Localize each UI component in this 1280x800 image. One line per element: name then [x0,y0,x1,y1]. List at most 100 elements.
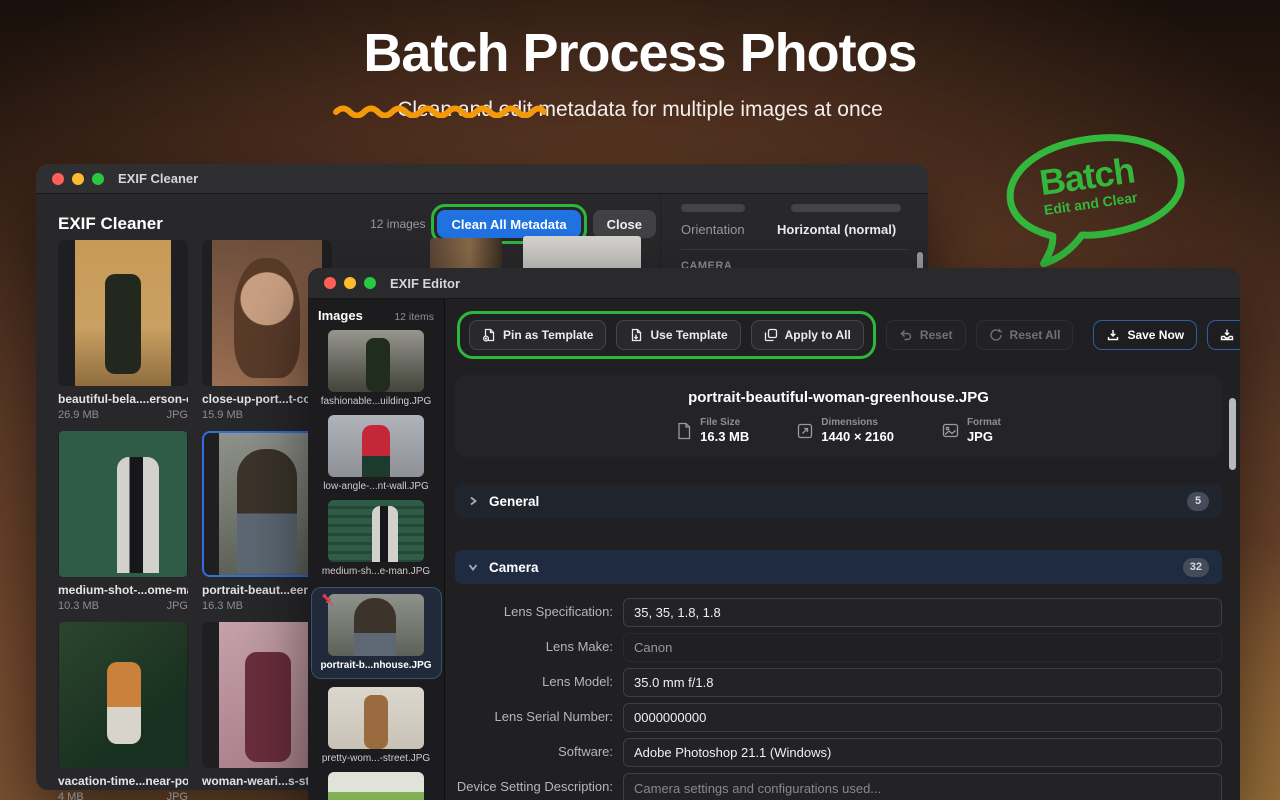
lens-make-field[interactable] [623,633,1222,662]
lens-serial-number-label: Lens Serial Number: [455,709,623,725]
grid-item-size: 10.3 MB [58,600,99,612]
sidebar-image-item-selected[interactable]: portrait-b...nhouse.JPG [311,587,442,679]
batch-speech-bubble: Batch Edit and Clear [986,114,1215,282]
clipped-row [681,204,908,212]
section-general[interactable]: General 5 [455,484,1222,518]
sidebar-count: 12 items [394,311,434,323]
cleaner-close-button[interactable]: Close [593,210,656,238]
grid-item-filename: beautiful-bela....erson-city.JPG [58,392,188,406]
section-camera[interactable]: Camera 32 [455,550,1222,584]
sidebar-heading: Images [318,308,363,323]
close-traffic-light[interactable] [52,173,64,185]
photo-thumbnail [328,330,424,392]
section-general-badge: 5 [1187,492,1209,511]
zoom-traffic-light[interactable] [92,173,104,185]
copy-icon [764,328,778,342]
camera-fields: Lens Specification: Lens Make: Lens Mode… [455,598,1222,800]
apply-to-all-label: Apply to All [785,328,851,342]
template-button-group: Pin as Template Use Template Apply to Al… [457,311,876,359]
close-traffic-light[interactable] [324,277,336,289]
chevron-down-icon [468,562,478,572]
wavy-underline [333,102,547,118]
reset-all-button[interactable]: Reset All [976,320,1074,350]
software-label: Software: [455,744,623,760]
photo-thumbnail [328,415,424,477]
sidebar-image-item[interactable]: low-angle-...nt-wall.JPG [308,413,444,498]
cleaner-heading: EXIF Cleaner [58,214,163,234]
file-size-value: 16.3 MB [700,429,749,444]
editor-window-title: EXIF Editor [390,276,460,291]
sidebar-item-filename: medium-sh...e-man.JPG [308,566,444,577]
pin-icon [320,592,336,608]
photo-thumbnail [328,687,424,749]
photo-thumbnail [219,622,315,768]
sidebar-item-filename: fashionable...uilding.JPG [308,396,444,407]
grid-item-format: JPG [167,791,188,800]
minimize-traffic-light[interactable] [72,173,84,185]
lens-serial-number-field[interactable] [623,703,1222,732]
use-template-label: Use Template [650,328,727,342]
save-icon [1106,328,1120,342]
page-subtitle: Clean and edit metadata for multiple ima… [0,98,1280,122]
grid-item[interactable]: beautiful-bela....erson-city.JPG 26.9 MB… [58,240,188,421]
dimensions-label: Dimensions [821,417,894,428]
format-value: JPG [967,429,1001,444]
grid-item-format: JPG [167,600,188,612]
photo-thumbnail [328,594,424,656]
page-title: Batch Process Photos [0,22,1280,84]
grid-item-filename: medium-shot-...ome-man.JPG [58,583,188,597]
document-plus-icon [482,328,496,342]
sidebar-image-item[interactable]: medium-sh...e-man.JPG [308,498,444,583]
undo-circle-icon [989,328,1003,342]
zoom-traffic-light[interactable] [364,277,376,289]
chevron-right-icon [468,496,478,506]
grid-item-format: JPG [167,409,188,421]
sidebar-image-item[interactable] [308,770,444,800]
grid-item-size: 15.9 MB [202,409,243,421]
reset-button[interactable]: Reset [886,320,966,350]
device-setting-description-label: Device Setting Description: [455,773,623,795]
editor-toolbar: Pin as Template Use Template Apply to Al… [445,299,1240,369]
format-label: Format [967,417,1001,428]
reset-all-label: Reset All [1010,328,1061,342]
undo-icon [899,328,913,342]
photo-thumbnail [59,431,187,577]
minimize-traffic-light[interactable] [344,277,356,289]
photo-thumbnail [75,240,171,386]
lens-make-label: Lens Make: [455,639,623,655]
file-info-card: portrait-beautiful-woman-greenhouse.JPG … [455,375,1222,457]
sidebar-image-item[interactable]: fashionable...uilding.JPG [308,328,444,413]
cleaner-photo-grid: beautiful-bela....erson-city.JPG 26.9 MB… [58,240,334,800]
reset-label: Reset [920,328,953,342]
use-template-button[interactable]: Use Template [616,320,740,350]
editor-titlebar: EXIF Editor [308,268,1240,299]
partial-photo-thumbnail [430,238,502,268]
grid-item[interactable]: vacation-time...near-pool.JPG 4 MBJPG [58,622,188,800]
lens-specification-field[interactable] [623,598,1222,627]
device-setting-description-field[interactable] [623,773,1222,800]
orientation-value: Horizontal (normal) [777,222,896,237]
save-all-button[interactable]: Save All [1207,320,1240,350]
section-general-label: General [489,494,539,509]
sidebar-item-filename: pretty-wom...-street.JPG [308,753,444,764]
orientation-label: Orientation [681,222,777,237]
file-size-label: File Size [700,417,749,428]
partial-photo-thumbnail [523,236,641,268]
grid-item-size: 26.9 MB [58,409,99,421]
clean-all-metadata-button[interactable]: Clean All Metadata [437,210,580,238]
editor-scrollbar[interactable] [1229,398,1236,470]
images-count-label: 12 images [370,217,425,231]
cleaner-window-title: EXIF Cleaner [118,171,198,186]
pin-as-template-button[interactable]: Pin as Template [469,320,606,350]
photo-thumbnail [328,772,424,800]
pin-as-template-label: Pin as Template [503,328,593,342]
software-field[interactable] [623,738,1222,767]
apply-to-all-button[interactable]: Apply to All [751,320,864,350]
sidebar-image-item[interactable]: pretty-wom...-street.JPG [308,685,444,770]
photo-thumbnail [219,433,315,575]
grid-item-size: 16.3 MB [202,600,243,612]
exif-editor-window: EXIF Editor Images 12 items fashionable.… [308,268,1240,800]
grid-item[interactable]: medium-shot-...ome-man.JPG 10.3 MB JPG [58,431,188,612]
save-now-button[interactable]: Save Now [1093,320,1197,350]
lens-model-field[interactable] [623,668,1222,697]
